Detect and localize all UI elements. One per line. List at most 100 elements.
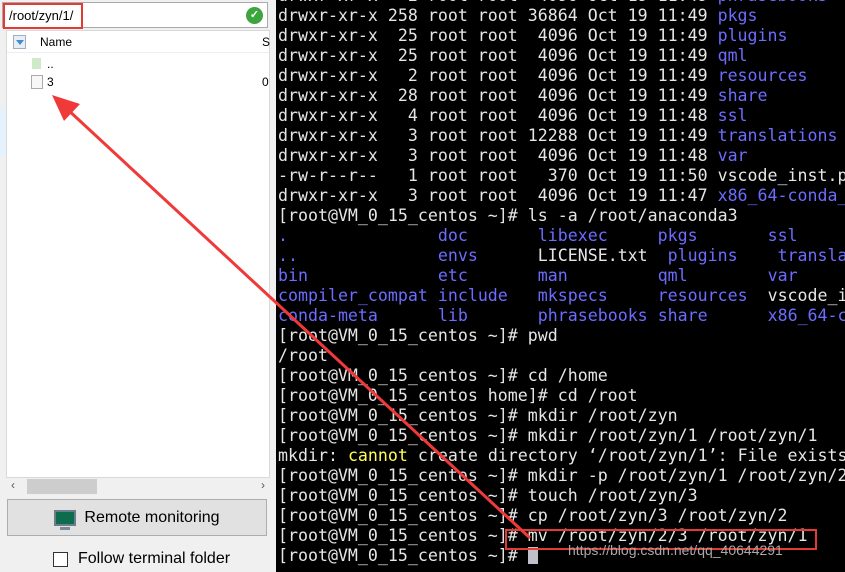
terminal-line: -rw-r--r-- 1 root root 370 Oct 19 11:50 … (278, 166, 845, 186)
directory-name: bin (278, 266, 308, 285)
directory-name: plugins (667, 246, 738, 265)
terminal-text: [root@VM_0_15_centos ~]# mkdir /root/zyn… (278, 426, 818, 445)
terminal[interactable]: drwxr-xr-x 2 root root 4096 Oct 19 11:49… (276, 0, 845, 572)
file-manager-panel: /root/zyn/1/✓ Name S .. 3 0 ‹ › Remote m… (0, 0, 276, 572)
terminal-text: drwxr-xr-x 3 root root 4096 Oct 19 11:47 (278, 186, 718, 205)
check-circle-icon: ✓ (246, 7, 263, 24)
directory-name: doc (437, 226, 468, 245)
directory-name: .. (278, 246, 298, 265)
terminal-line: drwxr-xr-x 4 root root 4096 Oct 19 11:48… (278, 106, 845, 126)
directory-name: compiler_compat (278, 286, 428, 305)
scroll-right-icon[interactable]: › (261, 478, 265, 492)
scrollbar-thumb[interactable] (27, 479, 97, 494)
directory-name: var (767, 266, 798, 285)
terminal-text: [root@VM_0_15_centos ~]# cd /home (278, 366, 608, 385)
directory-name: share (717, 86, 768, 105)
directory-name: resources (657, 286, 748, 305)
terminal-line: drwxr-xr-x 3 root root 12288 Oct 19 11:4… (278, 126, 845, 146)
directory-name: mkspecs (537, 286, 608, 305)
terminal-text: [root@VM_0_15_centos ~]# pwd (278, 326, 558, 345)
watermark: https://blog.csdn.net/qq_40644291 (568, 542, 783, 558)
list-item[interactable]: .. (7, 55, 269, 73)
terminal-line: /root (278, 346, 845, 366)
terminal-line: [root@VM_0_15_centos ~]# mkdir /root/zyn (278, 406, 845, 426)
item-name: 3 (47, 75, 54, 89)
directory-name: x86_64-conda_cos6-linux-gnu (717, 186, 845, 205)
file-list[interactable]: Name S .. 3 0 (6, 30, 270, 478)
path-highlight-box (3, 3, 83, 29)
sort-icon[interactable] (13, 35, 26, 49)
directory-name: plugins (717, 26, 788, 45)
terminal-line: mkdir: cannot create directory ‘/root/zy… (278, 446, 845, 466)
terminal-line: drwxr-xr-x 28 root root 4096 Oct 19 11:4… (278, 86, 845, 106)
directory-name: etc (437, 266, 468, 285)
directory-name: man (537, 266, 568, 285)
follow-terminal-checkbox[interactable] (53, 551, 68, 567)
terminal-line: drwxr-xr-x 2 root root 4096 Oct 19 11:49… (278, 66, 845, 86)
directory-name: resources (717, 66, 808, 85)
directory-name: pkgs (657, 226, 698, 245)
terminal-text: [root@VM_0_15_centos ~]# mkdir -p /root/… (278, 466, 845, 485)
item-size: 0 (262, 75, 269, 89)
terminal-line: drwxr-xr-x 25 root root 4096 Oct 19 11:4… (278, 46, 845, 66)
terminal-text: [root@VM_0_15_centos ~]# touch /root/zyn… (278, 486, 698, 505)
follow-terminal-folder[interactable]: Follow terminal folder (53, 550, 230, 568)
terminal-line: [root@VM_0_15_centos ~]# mkdir /root/zyn… (278, 426, 845, 446)
terminal-text: -rw-r--r-- 1 root root 370 Oct 19 11:50 … (278, 166, 845, 185)
directory-name: phrasebooks (537, 306, 648, 325)
terminal-line: conda-meta lib phrasebooks share x86_64-… (278, 306, 845, 326)
directory-name: share (657, 306, 708, 325)
directory-name: lib (437, 306, 468, 325)
directory-name: ssl (767, 226, 798, 245)
terminal-line: [root@VM_0_15_centos ~]# mkdir -p /root/… (278, 466, 845, 486)
terminal-line: bin etc man qml var (278, 266, 845, 286)
terminal-text: drwxr-xr-x 25 root root 4096 Oct 19 11:4… (278, 46, 718, 65)
terminal-text: [root@VM_0_15_centos ~]# cp /root/zyn/3 … (278, 506, 788, 525)
terminal-line: [root@VM_0_15_centos home]# cd /root (278, 386, 845, 406)
directory-name: ssl (717, 106, 748, 125)
terminal-text: [root@VM_0_15_centos home]# cd /root (278, 386, 638, 405)
terminal-line: .. envs LICENSE.txt plugins translations (278, 246, 845, 266)
terminal-text: drwxr-xr-x 3 root root 12288 Oct 19 11:4… (278, 126, 718, 145)
terminal-text: drwxr-xr-x 28 root root 4096 Oct 19 11:4… (278, 86, 718, 105)
directory-name: x86_64-conda_cos6 (767, 306, 845, 325)
item-name: .. (47, 57, 54, 71)
scroll-left-icon[interactable]: ‹ (11, 478, 15, 492)
terminal-text: vscode_inst.py (767, 286, 845, 305)
terminal-text: drwxr-xr-x 2 root root 4096 Oct 19 11:49 (278, 66, 718, 85)
terminal-output: drwxr-xr-x 2 root root 4096 Oct 19 11:49… (278, 0, 845, 566)
terminal-text: drwxr-xr-x 3 root root 4096 Oct 19 11:48 (278, 146, 718, 165)
directory-name: envs (437, 246, 478, 265)
column-size[interactable]: S (262, 35, 270, 49)
terminal-text: drwxr-xr-x 258 root root 36864 Oct 19 11… (278, 6, 718, 25)
terminal-line: . doc libexec pkgs ssl (278, 226, 845, 246)
directory-name: var (717, 146, 748, 165)
terminal-line: [root@VM_0_15_centos ~]# ls -a /root/ana… (278, 206, 845, 226)
directory-name: phrasebooks (718, 0, 828, 5)
remote-monitoring-label: Remote monitoring (84, 508, 220, 526)
terminal-text: create directory ‘/root/zyn/1’: File exi… (407, 446, 845, 465)
horizontal-scrollbar[interactable]: ‹ › (6, 478, 270, 495)
column-name[interactable]: Name (40, 35, 72, 49)
file-icon (31, 75, 43, 89)
terminal-line: compiler_compat include mkspecs resource… (278, 286, 845, 306)
list-item[interactable]: 3 0 (7, 73, 269, 91)
terminal-text: [root@VM_0_15_centos ~]# mkdir /root/zyn (278, 406, 678, 425)
terminal-text: [root@VM_0_15_centos ~]# (278, 546, 528, 565)
remote-monitoring-button[interactable]: Remote monitoring (7, 499, 267, 536)
terminal-text: mkdir: (278, 446, 348, 465)
directory-name: qml (657, 266, 688, 285)
follow-terminal-label: Follow terminal folder (78, 550, 231, 567)
